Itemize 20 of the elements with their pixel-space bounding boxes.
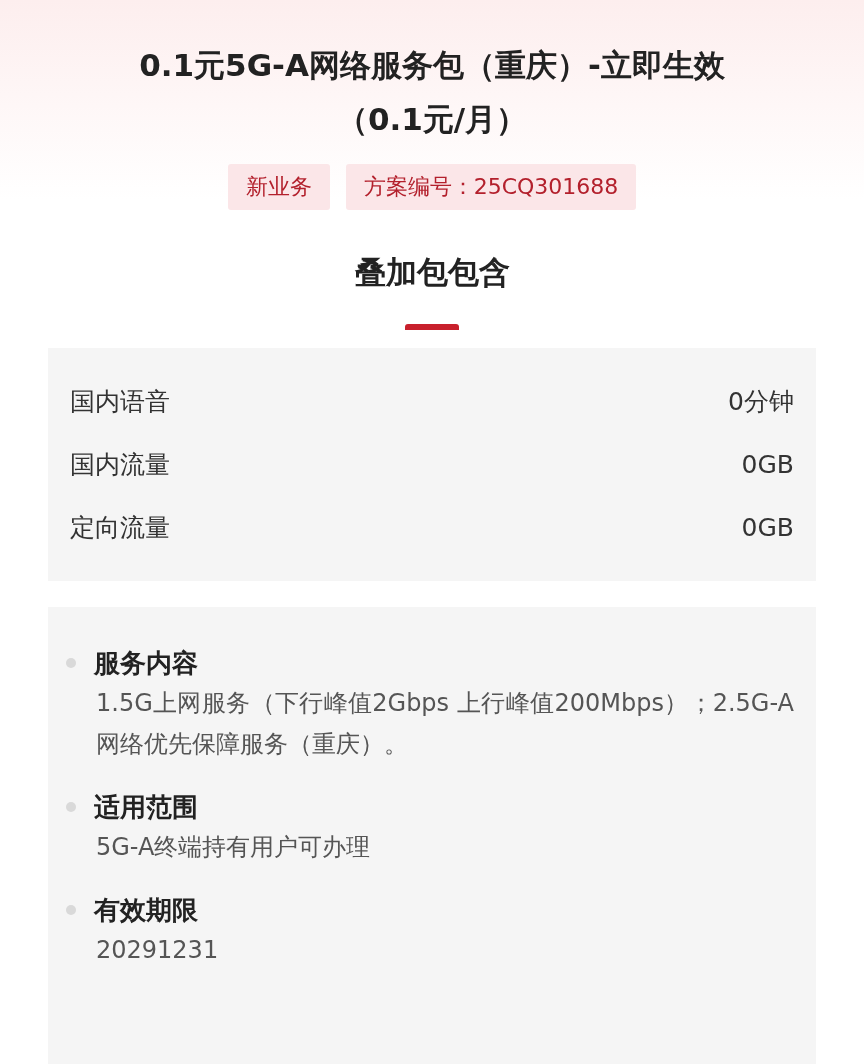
allowance-value: 0GB	[741, 512, 794, 544]
section-title: 叠加包包含	[354, 253, 510, 292]
allowance-label: 定向流量	[70, 512, 170, 544]
allowance-value: 0GB	[741, 449, 794, 481]
allowance-value: 0分钟	[728, 386, 794, 418]
bullet-dot	[66, 905, 76, 915]
title-underline	[405, 324, 459, 330]
detail-heading: 适用范围	[94, 791, 198, 824]
allowance-label: 国内流量	[70, 449, 170, 481]
bullet-dot	[66, 802, 76, 812]
detail-text: 20291231	[96, 935, 220, 966]
tag: 新业务	[227, 164, 330, 210]
tag: 方案编号：25CQ301688	[345, 164, 637, 210]
detail-heading: 有效期限	[94, 894, 198, 927]
allowance-label: 国内语音	[70, 386, 170, 418]
detail-text: 1.5G上网服务（下行峰值2Gbps 上行峰值200Mbps）；2.5G-A网络优先保障服务（重庆）。	[96, 688, 794, 760]
bullet-dot	[66, 658, 76, 668]
detail-text: 5G-A终端持有用户可办理	[96, 832, 372, 863]
package-title: 0.1元5G-A网络服务包（重庆）-立即生效（0.1元/月）	[138, 46, 726, 139]
detail-heading: 服务内容	[94, 647, 198, 680]
